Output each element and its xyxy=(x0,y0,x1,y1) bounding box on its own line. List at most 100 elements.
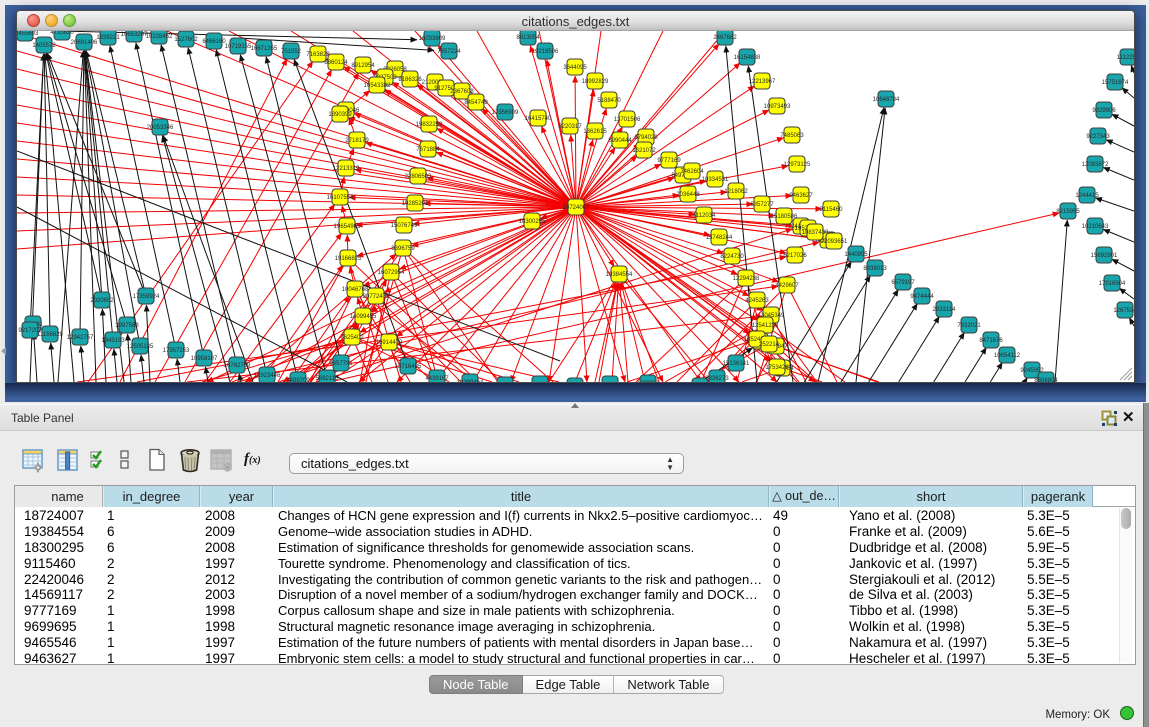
svg-text:1267534: 1267534 xyxy=(1113,308,1134,314)
svg-text:1345193: 1345193 xyxy=(101,338,125,344)
svg-text:1362615: 1362615 xyxy=(583,129,607,135)
svg-text:5682115: 5682115 xyxy=(316,376,340,382)
svg-text:7485063: 7485063 xyxy=(780,133,804,139)
svg-text:16671355: 16671355 xyxy=(251,46,278,52)
svg-text:15136141: 15136141 xyxy=(723,361,750,367)
svg-text:18300295: 18300295 xyxy=(519,219,546,225)
svg-text:8813054: 8813054 xyxy=(516,35,540,41)
svg-text:17016504: 17016504 xyxy=(1099,281,1126,287)
svg-text:9227343: 9227343 xyxy=(1086,134,1110,140)
svg-text:7671884: 7671884 xyxy=(416,147,440,153)
svg-text:15751874: 15751874 xyxy=(1102,80,1129,86)
svg-text:9115460: 9115460 xyxy=(820,207,844,213)
svg-text:1112254: 1112254 xyxy=(1117,55,1134,61)
svg-text:7857224: 7857224 xyxy=(437,49,461,55)
svg-text:8220317: 8220317 xyxy=(558,124,582,130)
svg-text:16072954: 16072954 xyxy=(378,270,405,276)
svg-text:16415740: 16415740 xyxy=(525,116,552,122)
svg-text:6217026: 6217026 xyxy=(783,253,807,259)
svg-text:8224730: 8224730 xyxy=(720,254,744,260)
svg-text:19299464: 19299464 xyxy=(457,380,484,382)
svg-text:1218062: 1218062 xyxy=(724,189,748,195)
svg-text:1839221: 1839221 xyxy=(96,35,120,41)
svg-text:10973493: 10973493 xyxy=(764,104,791,110)
svg-text:1244415: 1244415 xyxy=(1075,193,1099,199)
svg-text:12213967: 12213967 xyxy=(749,79,776,85)
svg-text:10046768: 10046768 xyxy=(342,287,369,293)
svg-text:1753426: 1753426 xyxy=(765,365,789,371)
svg-text:8912954: 8912954 xyxy=(351,63,375,69)
svg-text:1440955: 1440955 xyxy=(844,252,868,258)
svg-text:10648784: 10648784 xyxy=(873,97,900,103)
svg-text:9463627: 9463627 xyxy=(789,193,813,199)
svg-text:16543382: 16543382 xyxy=(364,83,391,89)
svg-text:20053346: 20053346 xyxy=(147,125,174,131)
svg-text:17359924: 17359924 xyxy=(133,294,160,300)
svg-text:7462604: 7462604 xyxy=(680,169,704,175)
svg-text:8215955: 8215955 xyxy=(1056,209,1080,215)
svg-text:12213319: 12213319 xyxy=(333,166,360,172)
svg-text:12541238: 12541238 xyxy=(752,323,779,329)
svg-text:2933114: 2933114 xyxy=(933,307,957,313)
svg-text:18724007: 18724007 xyxy=(563,205,590,211)
svg-text:7632021: 7632021 xyxy=(957,323,981,329)
svg-text:9777169: 9777169 xyxy=(657,158,681,164)
svg-text:16033809: 16033809 xyxy=(419,36,446,42)
svg-text:252214: 252214 xyxy=(759,342,780,348)
svg-text:10958107: 10958107 xyxy=(191,356,218,362)
svg-text:7625402: 7625402 xyxy=(340,335,364,341)
svg-text:2036448: 2036448 xyxy=(676,192,700,198)
svg-text:22806503: 22806503 xyxy=(405,174,432,180)
svg-text:22455603: 22455603 xyxy=(17,31,39,37)
svg-text:1527602: 1527602 xyxy=(174,37,198,43)
svg-text:15076749: 15076749 xyxy=(391,223,418,229)
svg-text:8454749: 8454749 xyxy=(464,100,488,106)
svg-text:16107554: 16107554 xyxy=(327,195,354,201)
svg-text:19384554: 19384554 xyxy=(606,272,633,278)
svg-text:12093872: 12093872 xyxy=(1082,162,1109,168)
svg-text:10837430: 10837430 xyxy=(802,230,829,236)
svg-text:8336273: 8336273 xyxy=(705,376,729,382)
svg-text:17957253: 17957253 xyxy=(163,348,190,354)
svg-text:6579197: 6579197 xyxy=(891,280,915,286)
svg-text:2487682: 2487682 xyxy=(713,35,737,41)
svg-text:8860124: 8860124 xyxy=(324,60,348,66)
svg-text:6466160: 6466160 xyxy=(202,39,226,45)
svg-text:10334531: 10334531 xyxy=(702,177,729,183)
svg-text:13748244: 13748244 xyxy=(706,235,733,241)
svg-text:16782759: 16782759 xyxy=(224,363,251,369)
svg-text:7163822: 7163822 xyxy=(306,52,330,58)
svg-text:751552: 751552 xyxy=(281,49,302,55)
svg-text:8186328: 8186328 xyxy=(398,77,422,83)
svg-text:13716485: 13716485 xyxy=(395,364,422,370)
svg-text:2020652: 2020652 xyxy=(90,298,114,304)
svg-text:19166825: 19166825 xyxy=(335,256,362,262)
svg-text:19285201: 19285201 xyxy=(402,201,429,207)
svg-text:10719155: 10719155 xyxy=(225,44,252,50)
svg-text:4735650: 4735650 xyxy=(50,31,74,36)
svg-text:6794028: 6794028 xyxy=(634,135,658,141)
svg-text:17956909: 17956909 xyxy=(492,110,519,116)
svg-text:11156829: 11156829 xyxy=(37,332,63,338)
svg-text:16914479: 16914479 xyxy=(376,340,403,346)
svg-text:8396759: 8396759 xyxy=(391,246,415,252)
svg-text:8806804: 8806804 xyxy=(1034,378,1058,382)
svg-text:9857791: 9857791 xyxy=(329,361,353,367)
svg-text:20772475: 20772475 xyxy=(363,294,390,300)
svg-text:19218506: 19218506 xyxy=(532,49,559,55)
svg-text:10654112: 10654112 xyxy=(994,353,1021,359)
svg-text:16154838: 16154838 xyxy=(734,55,761,61)
svg-text:15692901: 15692901 xyxy=(1091,253,1118,259)
svg-text:19832259: 19832259 xyxy=(416,122,443,128)
svg-text:22093651: 22093651 xyxy=(821,239,848,245)
svg-text:13701506: 13701506 xyxy=(614,117,641,123)
svg-text:12973125: 12973125 xyxy=(784,162,811,168)
svg-text:14099455: 14099455 xyxy=(350,314,377,320)
svg-text:2718179: 2718179 xyxy=(345,138,369,144)
svg-text:8938013: 8938013 xyxy=(863,266,887,272)
svg-text:1405572: 1405572 xyxy=(32,43,56,49)
svg-text:12923446: 12923446 xyxy=(254,373,281,379)
svg-text:10228452: 10228452 xyxy=(146,34,173,40)
svg-text:9329906: 9329906 xyxy=(1092,108,1116,114)
svg-text:8990444: 8990444 xyxy=(608,138,632,144)
